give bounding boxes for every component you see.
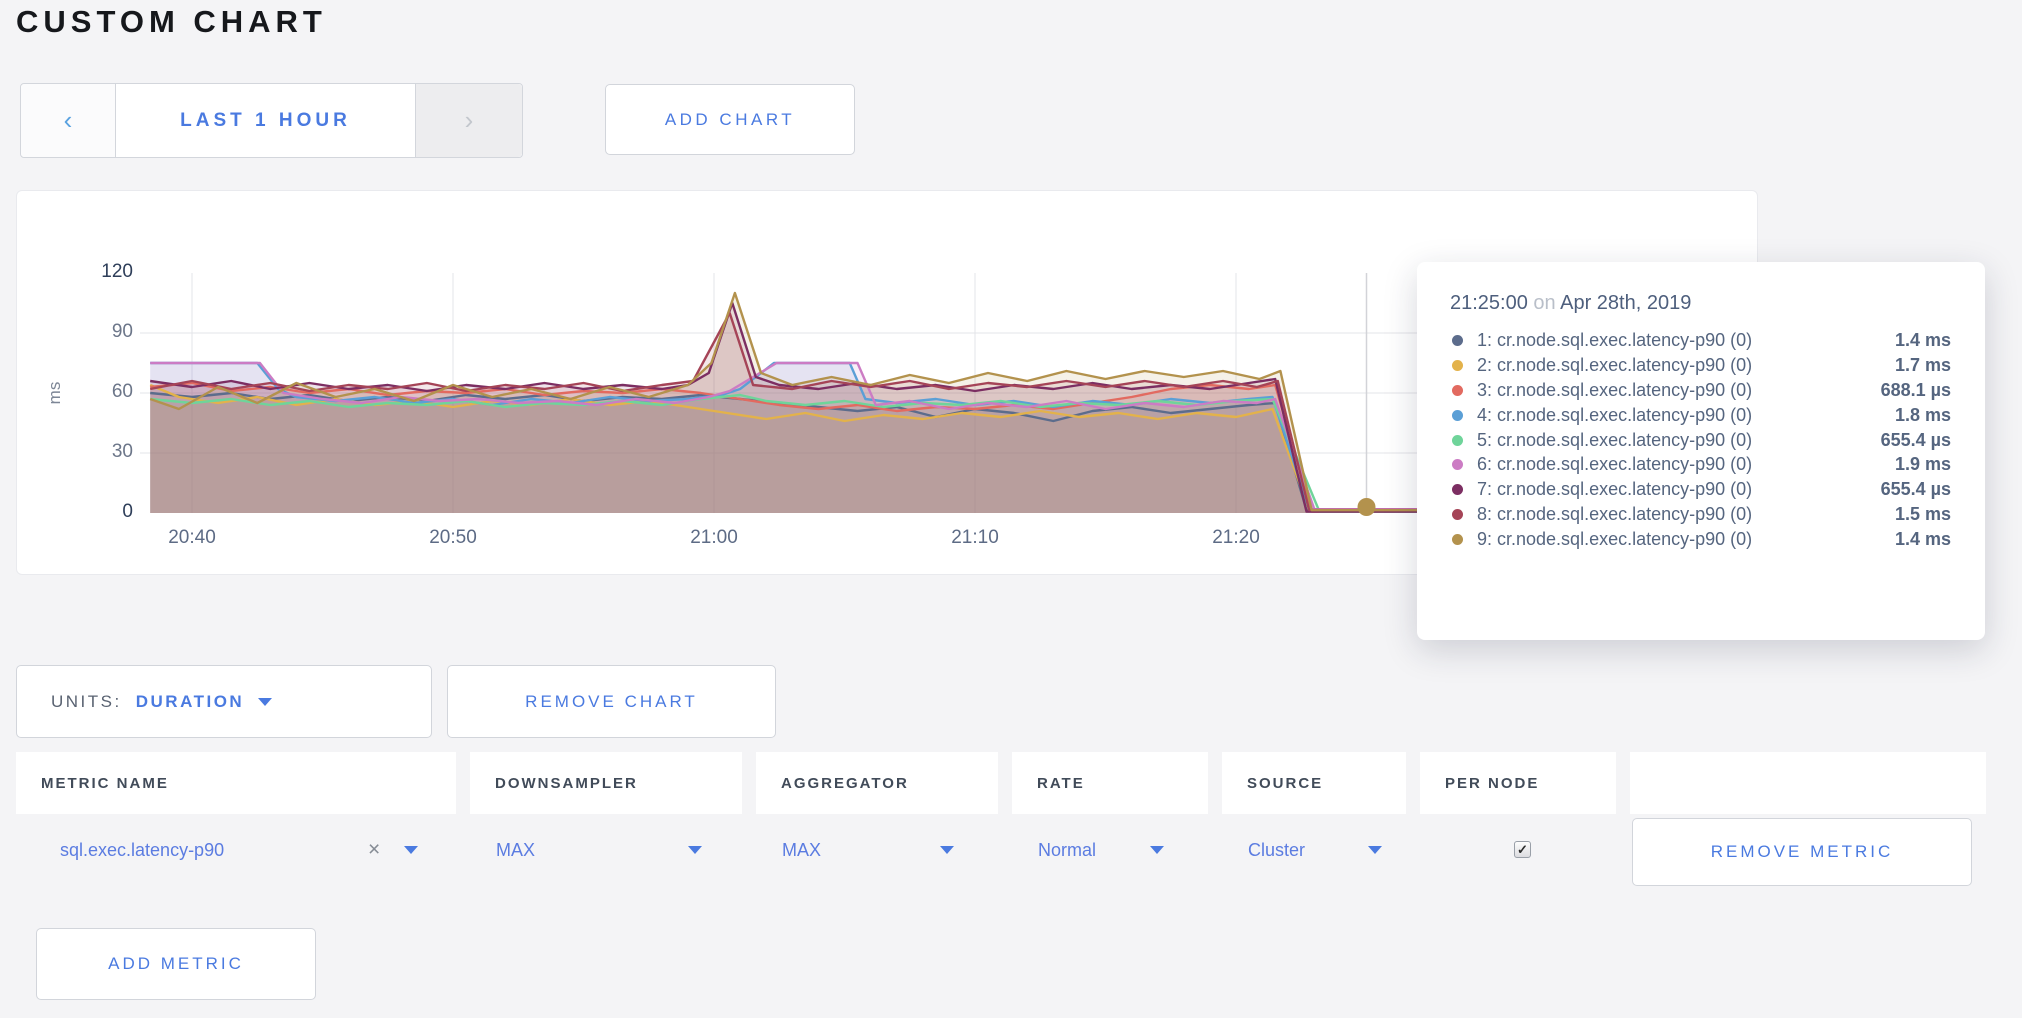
column-header-actions xyxy=(1630,752,1986,814)
column-header-per-node: PER NODE xyxy=(1420,752,1616,814)
tooltip-series-list: 1: cr.node.sql.exec.latency-p90 (0) 1.4 m… xyxy=(1450,328,1951,552)
tooltip-series-value: 1.4 ms xyxy=(1895,529,1951,550)
tooltip-series-row: 2: cr.node.sql.exec.latency-p90 (0) 1.7 m… xyxy=(1450,353,1951,378)
caret-down-icon xyxy=(404,846,418,854)
tooltip-date-text: Apr 28th, 2019 xyxy=(1560,292,1691,314)
series-color-dot-icon xyxy=(1452,484,1463,495)
caret-down-icon xyxy=(1150,846,1164,854)
rate-dropdown[interactable] xyxy=(1150,814,1164,886)
tooltip-series-row: 3: cr.node.sql.exec.latency-p90 (0) 688.1… xyxy=(1450,378,1951,403)
tooltip-series-label: 9: cr.node.sql.exec.latency-p90 (0) xyxy=(1477,529,1752,550)
tooltip-series-row: 4: cr.node.sql.exec.latency-p90 (0) 1.8 m… xyxy=(1450,403,1951,428)
tooltip-series-value: 655.4 µs xyxy=(1881,430,1951,451)
downsampler-value[interactable]: MAX xyxy=(496,814,535,886)
tooltip-series-value: 655.4 µs xyxy=(1881,479,1951,500)
hover-dot xyxy=(1358,498,1376,516)
metric-name-dropdown[interactable] xyxy=(404,814,418,886)
caret-down-icon xyxy=(258,698,272,706)
y-axis-unit-label: ms xyxy=(45,373,71,413)
clear-metric-icon[interactable]: × xyxy=(368,814,380,886)
x-tick-label: 21:10 xyxy=(935,527,1015,549)
page-title: CUSTOM CHART xyxy=(16,4,327,40)
units-value: DURATION xyxy=(136,692,244,712)
aggregator-value[interactable]: MAX xyxy=(782,814,821,886)
tooltip-series-label: 2: cr.node.sql.exec.latency-p90 (0) xyxy=(1477,355,1752,376)
tooltip-series-row: 6: cr.node.sql.exec.latency-p90 (0) 1.9 m… xyxy=(1450,452,1951,477)
x-tick-label: 21:00 xyxy=(674,527,754,549)
x-tick-label: 21:20 xyxy=(1196,527,1276,549)
per-node-checkbox[interactable]: ✓ xyxy=(1514,841,1531,858)
tooltip-connector: on xyxy=(1533,292,1555,314)
tooltip-series-row: 9: cr.node.sql.exec.latency-p90 (0) 1.4 m… xyxy=(1450,527,1951,552)
tooltip-series-label: 1: cr.node.sql.exec.latency-p90 (0) xyxy=(1477,330,1752,351)
column-header-metric-name: METRIC NAME xyxy=(16,752,456,814)
series-color-dot-icon xyxy=(1452,335,1463,346)
tooltip-series-value: 1.7 ms xyxy=(1895,355,1951,376)
tooltip-time: 21:25:00 xyxy=(1450,292,1528,314)
add-chart-button[interactable]: ADD CHART xyxy=(605,84,855,155)
series-color-dot-icon xyxy=(1452,435,1463,446)
tooltip-series-label: 3: cr.node.sql.exec.latency-p90 (0) xyxy=(1477,380,1752,401)
tooltip-header: 21:25:00 on Apr 28th, 2019 xyxy=(1450,292,1951,315)
aggregator-dropdown[interactable] xyxy=(940,814,954,886)
tooltip-series-value: 1.5 ms xyxy=(1895,504,1951,525)
time-window-next-button[interactable]: › xyxy=(415,84,522,157)
time-window-selector: ‹ LAST 1 HOUR › xyxy=(20,83,523,158)
column-header-aggregator: AGGREGATOR xyxy=(756,752,998,814)
y-tick-label: 90 xyxy=(75,321,133,343)
tooltip-series-label: 8: cr.node.sql.exec.latency-p90 (0) xyxy=(1477,504,1752,525)
rate-value[interactable]: Normal xyxy=(1038,814,1096,886)
caret-down-icon xyxy=(1368,846,1382,854)
series-color-dot-icon xyxy=(1452,360,1463,371)
tooltip-series-row: 1: cr.node.sql.exec.latency-p90 (0) 1.4 m… xyxy=(1450,328,1951,353)
tooltip-series-value: 1.8 ms xyxy=(1895,405,1951,426)
y-tick-label: 60 xyxy=(75,381,133,403)
series-color-dot-icon xyxy=(1452,534,1463,545)
series-color-dot-icon xyxy=(1452,410,1463,421)
column-header-source: SOURCE xyxy=(1222,752,1406,814)
tooltip-series-value: 688.1 µs xyxy=(1881,380,1951,401)
y-tick-label: 120 xyxy=(75,261,133,283)
series-color-dot-icon xyxy=(1452,385,1463,396)
source-dropdown[interactable] xyxy=(1368,814,1382,886)
chevron-right-icon: › xyxy=(465,105,474,136)
tooltip-series-value: 1.4 ms xyxy=(1895,330,1951,351)
y-tick-label: 30 xyxy=(75,441,133,463)
metric-name-value[interactable]: sql.exec.latency-p90 xyxy=(60,814,224,886)
downsampler-dropdown[interactable] xyxy=(688,814,702,886)
tooltip-series-label: 7: cr.node.sql.exec.latency-p90 (0) xyxy=(1477,479,1752,500)
caret-down-icon xyxy=(688,846,702,854)
tooltip-series-value: 1.9 ms xyxy=(1895,454,1951,475)
series-color-dot-icon xyxy=(1452,459,1463,470)
tooltip-series-label: 5: cr.node.sql.exec.latency-p90 (0) xyxy=(1477,430,1752,451)
y-tick-label: 0 xyxy=(75,501,133,523)
tooltip-series-row: 7: cr.node.sql.exec.latency-p90 (0) 655.4… xyxy=(1450,477,1951,502)
remove-metric-button[interactable]: REMOVE METRIC xyxy=(1632,818,1972,886)
tooltip-series-label: 4: cr.node.sql.exec.latency-p90 (0) xyxy=(1477,405,1752,426)
time-window-label[interactable]: LAST 1 HOUR xyxy=(116,84,415,157)
tooltip-series-row: 8: cr.node.sql.exec.latency-p90 (0) 1.5 m… xyxy=(1450,502,1951,527)
series-color-dot-icon xyxy=(1452,509,1463,520)
chart-hover-tooltip: 21:25:00 on Apr 28th, 2019 1: cr.node.sq… xyxy=(1417,262,1985,640)
tooltip-series-row: 5: cr.node.sql.exec.latency-p90 (0) 655.4… xyxy=(1450,428,1951,453)
source-value[interactable]: Cluster xyxy=(1248,814,1305,886)
units-dropdown[interactable]: UNITS: DURATION xyxy=(16,665,432,738)
x-tick-label: 20:50 xyxy=(413,527,493,549)
units-label: UNITS: xyxy=(51,692,122,712)
tooltip-series-label: 6: cr.node.sql.exec.latency-p90 (0) xyxy=(1477,454,1752,475)
chevron-left-icon: ‹ xyxy=(64,105,73,136)
column-header-rate: RATE xyxy=(1012,752,1208,814)
x-tick-label: 20:40 xyxy=(152,527,232,549)
add-metric-button[interactable]: ADD METRIC xyxy=(36,928,316,1000)
column-header-downsampler: DOWNSAMPLER xyxy=(470,752,742,814)
remove-chart-button[interactable]: REMOVE CHART xyxy=(447,665,776,738)
caret-down-icon xyxy=(940,846,954,854)
time-window-prev-button[interactable]: ‹ xyxy=(21,84,116,157)
